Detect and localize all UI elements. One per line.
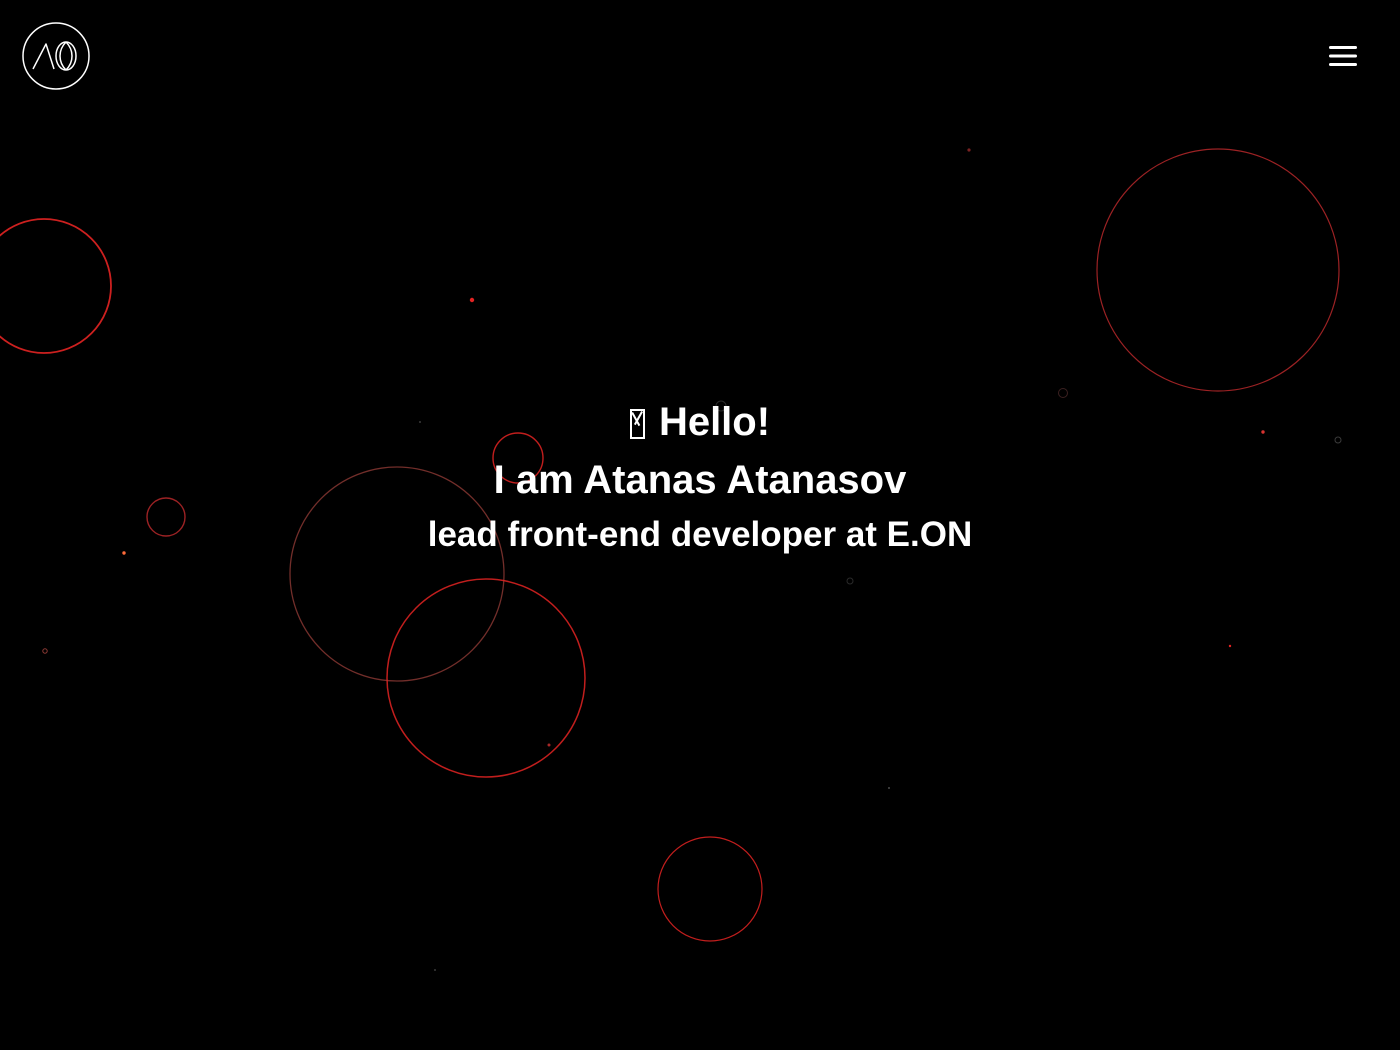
site-logo[interactable]	[22, 22, 90, 90]
bubble-center-large	[386, 578, 586, 778]
hero-greeting-line: Hello!	[0, 398, 1400, 456]
waving-hand-emoji-icon	[629, 409, 645, 439]
hero-role: lead front-end developer at E.ON	[427, 515, 973, 554]
particle	[888, 787, 890, 789]
particle	[547, 743, 551, 747]
menu-button[interactable]	[1328, 43, 1358, 69]
particle	[846, 577, 854, 585]
bubble-top-right-large	[1096, 148, 1340, 392]
hero-greeting: Hello!	[658, 400, 771, 444]
hamburger-menu-icon	[1328, 44, 1358, 68]
bubble-bottom-center	[657, 836, 763, 942]
particle	[1228, 644, 1232, 648]
monogram-circle-icon	[22, 22, 90, 94]
particle	[1058, 388, 1068, 398]
particle	[42, 648, 48, 654]
bubble-left-large	[0, 218, 112, 354]
hero-section: Hello! I am Atanas Atanasov lead front-e…	[0, 398, 1400, 566]
particle	[967, 148, 971, 152]
hero-intro: I am Atanas Atanasov	[493, 458, 907, 502]
particle	[469, 297, 475, 303]
particle	[434, 969, 436, 971]
